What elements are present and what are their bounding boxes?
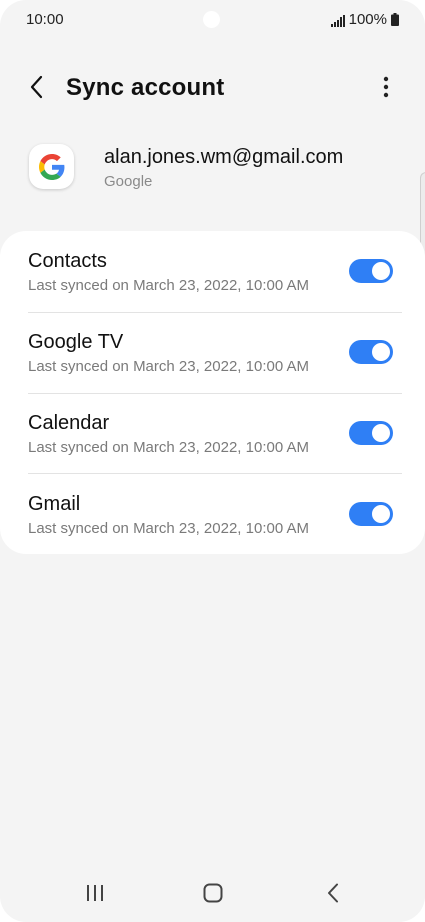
sync-item-google-tv[interactable]: Google TV Last synced on March 23, 2022,… — [0, 312, 425, 392]
back-button[interactable] — [20, 72, 54, 106]
sync-items-card: Contacts Last synced on March 23, 2022, … — [0, 231, 425, 554]
status-time: 10:00 — [26, 11, 64, 28]
toggle-knob — [370, 260, 392, 282]
account-provider: Google — [104, 173, 153, 190]
sync-item-last-synced: Last synced on March 23, 2022, 10:00 AM — [28, 439, 310, 456]
sync-item-calendar[interactable]: Calendar Last synced on March 23, 2022, … — [0, 393, 425, 473]
sync-toggle-contacts[interactable] — [349, 259, 393, 283]
sync-item-title: Calendar — [28, 412, 110, 434]
account-email: alan.jones.wm@gmail.com — [104, 146, 344, 168]
sync-item-last-synced: Last synced on March 23, 2022, 10:00 AM — [28, 520, 310, 537]
sync-toggle-google-tv[interactable] — [349, 340, 393, 364]
sync-toggle-gmail[interactable] — [349, 502, 393, 526]
front-camera — [203, 11, 220, 28]
google-logo-icon — [29, 144, 74, 189]
account-info: alan.jones.wm@gmail.com Google — [0, 136, 425, 206]
status-indicators: 100% — [330, 11, 399, 28]
sync-toggle-calendar[interactable] — [349, 421, 393, 445]
home-button[interactable] — [191, 880, 235, 910]
recent-apps-icon — [85, 884, 105, 907]
sync-item-title: Contacts — [28, 250, 107, 272]
signal-icon — [330, 14, 345, 27]
sync-item-gmail[interactable]: Gmail Last synced on March 23, 2022, 10:… — [0, 474, 425, 554]
nav-back-button[interactable] — [311, 880, 355, 910]
page-title: Sync account — [66, 74, 225, 101]
sync-item-title: Google TV — [28, 331, 124, 353]
more-vertical-icon — [383, 76, 389, 103]
toggle-knob — [370, 341, 392, 363]
sync-item-last-synced: Last synced on March 23, 2022, 10:00 AM — [28, 277, 310, 294]
home-icon — [203, 883, 223, 908]
chevron-left-icon — [29, 75, 45, 104]
toggle-knob — [370, 503, 392, 525]
nav-back-icon — [327, 883, 339, 908]
battery-icon — [391, 13, 399, 26]
status-bar: 10:00 100% — [0, 0, 425, 40]
navigation-bar — [0, 870, 425, 920]
sync-item-contacts[interactable]: Contacts Last synced on March 23, 2022, … — [0, 231, 425, 311]
battery-percent: 100% — [348, 11, 387, 28]
sync-item-last-synced: Last synced on March 23, 2022, 10:00 AM — [28, 358, 310, 375]
more-options-button[interactable] — [369, 72, 403, 106]
recent-apps-button[interactable] — [73, 880, 117, 910]
toggle-knob — [370, 422, 392, 444]
app-header: Sync account — [0, 66, 425, 112]
phone-screen: 10:00 100% Sync account alan.jones.wm@gm… — [0, 0, 425, 922]
sync-item-title: Gmail — [28, 493, 81, 515]
